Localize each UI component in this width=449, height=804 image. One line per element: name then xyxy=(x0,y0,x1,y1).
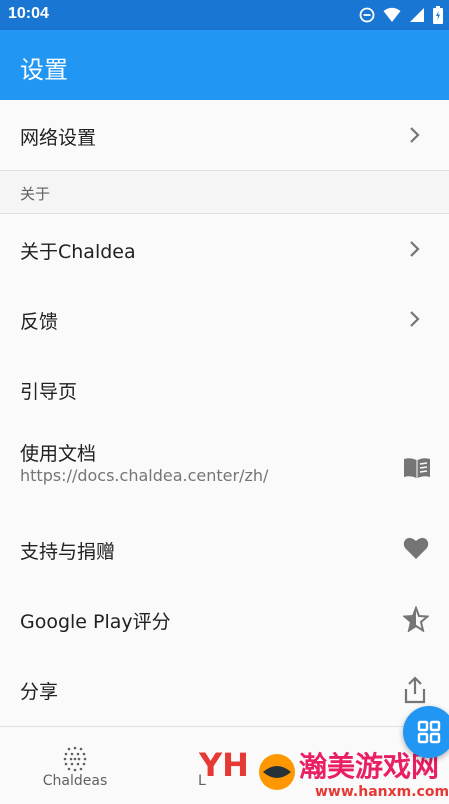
network-settings-label: 网络设置 xyxy=(20,127,97,149)
docs-row[interactable]: 使用文档 https://docs.chaldea.center/zh/ xyxy=(0,424,449,514)
share-label: 分享 xyxy=(20,681,59,703)
page-title: 设置 xyxy=(20,56,68,84)
google-play-rating-label: Google Play评分 xyxy=(20,611,171,633)
chevron-right-icon xyxy=(409,310,421,328)
star-half-icon xyxy=(401,605,431,633)
book-icon xyxy=(403,456,430,482)
share-icon xyxy=(403,676,429,704)
share-row[interactable]: 分享 xyxy=(0,654,449,724)
settings-list: 网络设置 关于 关于Chaldea 反馈 引导页 使用文档 https://do… xyxy=(0,100,449,724)
grid-fab-button[interactable] xyxy=(403,706,449,758)
svg-text:YH: YH xyxy=(198,746,249,784)
section-header-about: 关于 xyxy=(0,171,449,214)
network-settings-row[interactable]: 网络设置 xyxy=(0,100,449,171)
battery-icon xyxy=(433,6,443,28)
docs-label: 使用文档 xyxy=(20,443,97,465)
nav-item-chaldeas[interactable]: Chaldeas xyxy=(0,727,150,801)
chevron-right-icon xyxy=(409,126,421,144)
svg-text:www.hanxm.com: www.hanxm.com xyxy=(315,784,449,800)
section-label: 关于 xyxy=(20,185,51,203)
guide-page-row[interactable]: 引导页 xyxy=(0,354,449,424)
about-chaldea-label: 关于Chaldea xyxy=(20,241,136,263)
heart-icon xyxy=(403,536,429,562)
app-bar: 设置 xyxy=(0,30,449,100)
wifi-icon xyxy=(383,7,401,27)
chevron-right-icon xyxy=(409,240,421,258)
feedback-label: 反馈 xyxy=(20,311,59,333)
feedback-row[interactable]: 反馈 xyxy=(0,284,449,354)
support-donate-label: 支持与捐赠 xyxy=(20,541,116,563)
docs-url: https://docs.chaldea.center/zh/ xyxy=(20,466,269,485)
status-bar: 10:04 xyxy=(0,0,449,30)
support-donate-row[interactable]: 支持与捐赠 xyxy=(0,514,449,584)
about-chaldea-row[interactable]: 关于Chaldea xyxy=(0,214,449,284)
chaldeas-icon xyxy=(60,743,90,773)
guide-page-label: 引导页 xyxy=(20,381,78,403)
nav-label-chaldeas: Chaldeas xyxy=(42,773,108,789)
signal-icon xyxy=(409,7,425,27)
do-not-disturb-icon xyxy=(359,7,375,27)
status-time: 10:04 xyxy=(8,5,49,22)
google-play-rating-row[interactable]: Google Play评分 xyxy=(0,584,449,654)
